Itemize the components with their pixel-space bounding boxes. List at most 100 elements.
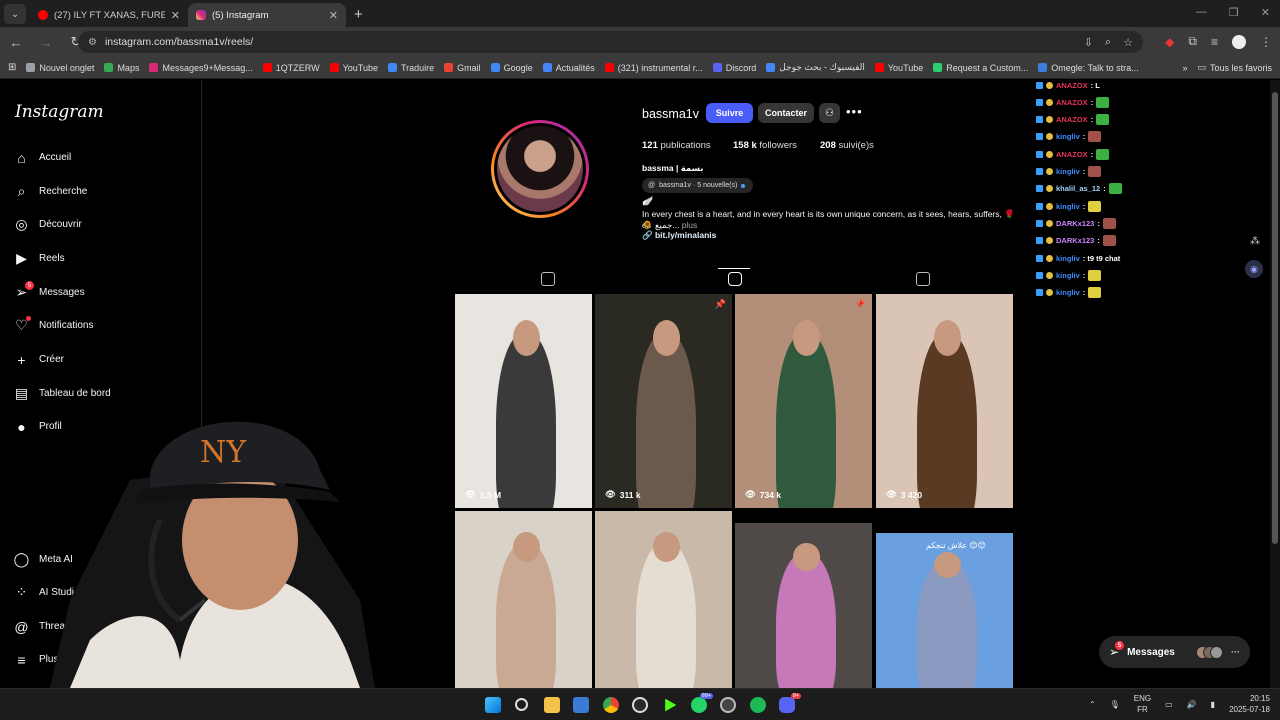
discord-overlay-icon[interactable]: ◉ <box>1245 260 1263 278</box>
more-link[interactable]: plus <box>682 220 698 230</box>
chat-username: kingliv <box>1056 288 1080 298</box>
extension-icon[interactable]: ◆ <box>1165 35 1174 49</box>
media-icon[interactable]: ≡ <box>1211 35 1218 49</box>
reel-tile[interactable] <box>735 523 872 688</box>
puzzle-icon[interactable]: ⧉ <box>1188 34 1197 49</box>
following-stat[interactable]: 208 suivi(e)s <box>820 140 874 151</box>
sidebar-item-notifications[interactable]: ♡ Notifications <box>14 316 93 333</box>
bookmark-item[interactable]: Messages9+Messag... <box>149 63 253 73</box>
chat-text: : <box>1103 184 1106 194</box>
bookmark-item[interactable]: Traduire <box>387 63 434 73</box>
bookmark-item[interactable]: الفيسبوك - بحث جوجل <box>766 62 865 73</box>
forward-arrow-icon[interactable]: → <box>38 35 54 50</box>
site-info-icon[interactable]: ⚙ <box>88 37 97 48</box>
close-icon[interactable]: ✕ <box>329 9 338 22</box>
tab-instagram[interactable]: (5) Instagram ✕ <box>188 3 346 27</box>
tab-posts-grid-icon[interactable] <box>541 272 555 286</box>
spotify-icon[interactable] <box>750 697 766 713</box>
zoom-icon[interactable]: ⌕ <box>1105 36 1111 49</box>
reels-icon: ▶ <box>16 250 27 266</box>
more-options-icon[interactable]: ••• <box>846 104 863 119</box>
microphone-icon[interactable]: 🎙 <box>1110 700 1120 709</box>
bookmark-item[interactable]: Request a Custom... <box>933 63 1028 73</box>
windows-start-icon[interactable] <box>485 697 501 713</box>
clock[interactable]: 20:15 2025-07-18 <box>1229 693 1270 715</box>
reel-tile[interactable]: 📌 👁 734 k <box>735 294 872 508</box>
reel-tile[interactable] <box>595 511 732 688</box>
bookmark-item[interactable]: YouTube <box>329 63 378 73</box>
kick-icon[interactable] <box>665 698 677 712</box>
sidebar-item-tableau-de-bord[interactable]: ▤ Tableau de bord <box>14 385 111 401</box>
close-icon[interactable]: ✕ <box>171 9 180 22</box>
suggest-users-button[interactable]: ⚇ <box>819 103 840 123</box>
page-scrollbar[interactable] <box>1270 80 1280 688</box>
reel-tile[interactable]: 👁 1,5 M <box>455 294 592 508</box>
sidebar-item-accueil[interactable]: ⌂ Accueil <box>14 150 71 166</box>
bookmark-item[interactable]: Actualités <box>542 63 595 73</box>
bookmark-item[interactable]: Gmail <box>444 63 481 73</box>
tab-tagged-icon[interactable] <box>916 272 930 286</box>
discord-icon[interactable]: 9+ <box>779 693 801 713</box>
bookmark-item[interactable]: Google <box>490 63 533 73</box>
floating-messages-button[interactable]: ➢ 5 Messages ··· <box>1099 636 1250 668</box>
apps-icon[interactable]: ⊞ <box>8 62 16 73</box>
obs-icon[interactable] <box>632 697 648 713</box>
emote-icon <box>1088 131 1102 143</box>
install-icon[interactable]: ⇩ <box>1084 36 1093 49</box>
bookmark-item[interactable]: Maps <box>104 63 139 73</box>
star-icon[interactable]: ☆ <box>1123 36 1133 49</box>
threads-badge[interactable]: @ bassma1v · 5 nouvelle(s) <box>642 178 754 193</box>
new-tab-button[interactable]: + <box>354 6 363 23</box>
reel-tile[interactable] <box>455 511 592 688</box>
bookmark-item[interactable]: 1QTZERW <box>262 63 320 73</box>
tab-youtube[interactable]: (27) ILY FT XANAS, FURELISE - S ✕ <box>30 3 188 27</box>
kebab-menu-icon[interactable]: ⋮ <box>1260 35 1272 49</box>
network-icon[interactable]: ▭ <box>1165 700 1173 709</box>
back-arrow-icon[interactable]: ← <box>8 35 24 50</box>
reel-tile[interactable]: 📌 👁 311 k <box>595 294 732 508</box>
sidebar-item-cr-er[interactable]: + Créer <box>14 352 64 368</box>
chevron-up-icon[interactable]: ⌃ <box>1089 700 1096 709</box>
restore-icon[interactable]: ❐ <box>1229 6 1239 19</box>
store-icon[interactable] <box>573 697 589 713</box>
close-window-icon[interactable]: ✕ <box>1261 6 1270 19</box>
tab-search-button[interactable]: ⌄ <box>4 4 26 24</box>
chevron-right-icon[interactable]: » <box>1182 63 1187 73</box>
reel-tile[interactable]: 👁 3 420 <box>876 294 1013 508</box>
bookmark-item[interactable]: Discord <box>712 63 756 73</box>
sidebar-item-recherche[interactable]: ⌕ Recherche <box>14 183 88 199</box>
grid-apps-icon[interactable]: ⁂ <box>1250 236 1264 250</box>
search-icon[interactable] <box>515 698 528 711</box>
battery-icon[interactable]: ▮ <box>1211 700 1215 709</box>
sidebar-item-reels[interactable]: ▶ Reels <box>14 250 64 266</box>
bookmark-item[interactable]: (321) instrumental r... <box>604 63 703 73</box>
language-indicator[interactable]: ENG FR <box>1134 693 1151 715</box>
bookmark-item[interactable]: YouTube <box>874 63 923 73</box>
whatsapp-icon[interactable]: 99+ <box>691 693 713 713</box>
reel-thumbnail-head <box>792 319 820 357</box>
steam-icon[interactable] <box>720 697 736 713</box>
tab-reels-icon[interactable] <box>728 272 742 286</box>
bookmark-item[interactable]: Omegle: Talk to stra... <box>1038 63 1139 73</box>
instagram-logo[interactable]: Instagram <box>15 102 104 122</box>
file-explorer-icon[interactable] <box>544 697 560 713</box>
bookmark-favicon-icon <box>329 63 339 72</box>
profile-picture[interactable] <box>491 120 589 218</box>
sidebar-item-d-couvrir[interactable]: ◎ Découvrir <box>14 216 81 232</box>
sidebar-item-messages[interactable]: ➢ 5 Messages <box>14 281 85 300</box>
profile-avatar-icon[interactable] <box>1232 34 1246 49</box>
followers-stat[interactable]: 158 k followers <box>733 140 797 151</box>
bookmark-item[interactable]: Nouvel onglet <box>26 63 94 73</box>
contact-button[interactable]: Contacter <box>758 103 814 123</box>
follow-button[interactable]: Suivre <box>706 103 753 123</box>
reel-thumbnail-figure <box>636 332 697 508</box>
chat-message: kingliv: <box>1036 165 1102 179</box>
reel-tile[interactable]: علاش تنجكم 😊😊 <box>876 533 1013 688</box>
badge-icon <box>1036 98 1043 106</box>
address-bar[interactable]: ⚙ instagram.com/bassma1v/reels/ ⇩ ⌕ ☆ <box>78 31 1143 53</box>
chrome-icon[interactable] <box>603 697 619 713</box>
minimize-icon[interactable]: — <box>1196 6 1207 19</box>
bio-link[interactable]: 🔗 bit.ly/minalanis <box>642 230 716 241</box>
all-bookmarks-button[interactable]: ▭ Tous les favoris <box>1197 62 1272 73</box>
volume-icon[interactable]: 🔊 <box>1187 700 1197 709</box>
